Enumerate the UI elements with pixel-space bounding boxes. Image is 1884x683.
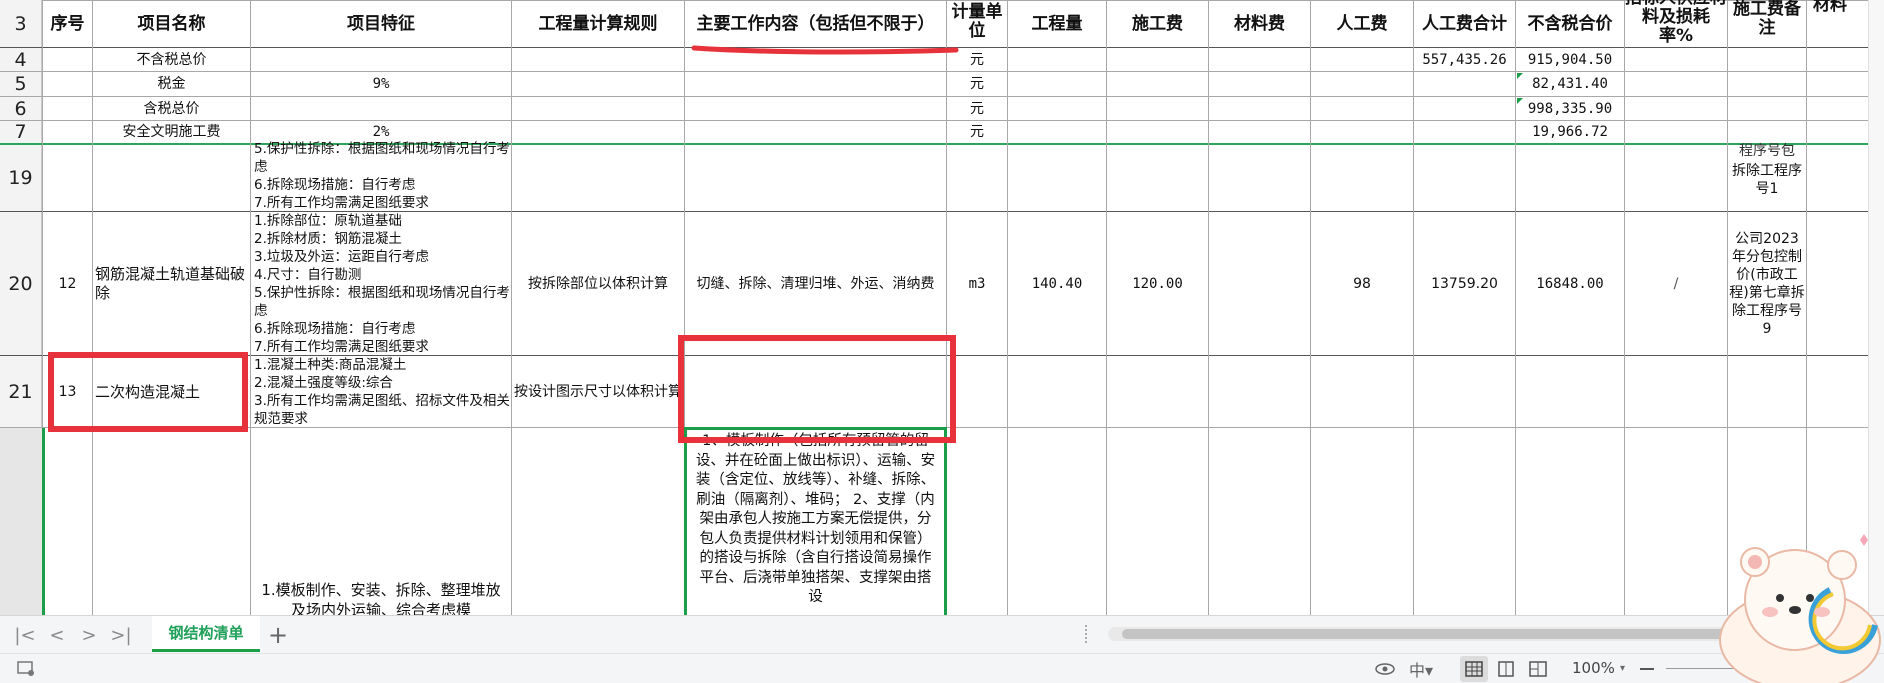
header-rule[interactable]: 工程量计算规则: [512, 1, 684, 47]
grid-line: [1727, 0, 1728, 615]
row20-construction-fee[interactable]: 120.00: [1107, 212, 1208, 355]
summary-labor-total[interactable]: 557,435.26: [1414, 48, 1515, 71]
row20-rule[interactable]: 按拆除部位以体积计算: [512, 212, 684, 355]
row20-labor-fee[interactable]: 98: [1311, 212, 1413, 355]
cell-indicator: [1517, 98, 1523, 104]
summary-price[interactable]: 998,335.90: [1516, 97, 1624, 120]
summary-label[interactable]: 安全文明施工费: [93, 121, 250, 143]
row20-feature[interactable]: 1.拆除部位：原轨道基础 2.拆除材质：钢筋混凝土 3.垃圾及外运：运距自行考虑…: [252, 212, 510, 355]
header-labor-note[interactable]: 施工费备注: [1728, 0, 1806, 46]
header-qty[interactable]: 工程量: [1008, 1, 1106, 47]
header-content[interactable]: 主要工作内容（包括但不限于）: [685, 1, 946, 47]
row21-rule[interactable]: 按设计图示尺寸以体积计算: [512, 356, 684, 427]
summary-unit[interactable]: 元: [948, 48, 1006, 71]
row-number[interactable]: 6: [0, 97, 42, 120]
header-unit[interactable]: 计量单位: [948, 0, 1006, 46]
red-box-annotation: [48, 352, 248, 432]
grid-line: [1806, 0, 1807, 615]
next-sheet-icon[interactable]: >: [78, 622, 100, 648]
header-labor-fee[interactable]: 人工费: [1311, 1, 1413, 47]
macro-record-icon[interactable]: [14, 657, 38, 681]
sheet-tab-bar: |< < > >| 钢结构清单 +: [0, 615, 1884, 653]
summary-label[interactable]: 含税总价: [93, 97, 250, 120]
add-sheet-icon[interactable]: +: [264, 621, 292, 649]
summary-unit[interactable]: 元: [948, 121, 1006, 143]
row-number[interactable]: 4: [0, 48, 42, 71]
grid-line: [1208, 0, 1209, 615]
input-method-icon[interactable]: 中▾: [1404, 656, 1438, 682]
row20-labor-total[interactable]: 13759.20: [1414, 212, 1515, 355]
header-name[interactable]: 项目名称: [93, 1, 250, 47]
row20-qty[interactable]: 140.40: [1008, 212, 1106, 355]
summary-price[interactable]: 82,431.40: [1516, 72, 1624, 96]
row-number[interactable]: 7: [0, 121, 42, 143]
zoom-dropdown-icon[interactable]: ▾: [1620, 663, 1625, 674]
status-bar: 中▾ 100% ▾: [0, 653, 1884, 683]
page-break-view-icon[interactable]: [1524, 656, 1552, 682]
row20-note[interactable]: 公司2023年分包控制价(市政工程)第七章拆除工程序号9: [1729, 212, 1805, 355]
splitter-handle[interactable]: [1085, 625, 1095, 643]
summary-label[interactable]: 不含税总价: [93, 48, 250, 71]
header-seq[interactable]: 序号: [43, 1, 92, 47]
row22-feature[interactable]: 1.模板制作、安装、拆除、整理堆放及场内外运输、综合考虑模: [256, 580, 506, 615]
selected-cell[interactable]: 1、模板制作（包括所有预留管的留设、并在砼面上做出标识）、运输、安装（含定位、放…: [684, 427, 947, 615]
row-number[interactable]: 3: [0, 0, 42, 47]
row-number[interactable]: 19: [0, 145, 42, 211]
row20-price[interactable]: 16848.00: [1516, 212, 1624, 355]
header-price-excl-tax[interactable]: 不含税合价: [1516, 1, 1624, 47]
sheet-tab-active[interactable]: 钢结构清单: [152, 616, 260, 652]
zoom-out-icon[interactable]: [1640, 668, 1654, 670]
spreadsheet-grid[interactable]: 3 4 5 6 7 19 20 21 序号 项目名称 项目特征 工程量计算规则 …: [0, 0, 1884, 615]
summary-price[interactable]: 19,966.72: [1516, 121, 1624, 143]
cell-indicator: [1517, 73, 1523, 79]
page-layout-view-icon[interactable]: [1492, 656, 1520, 682]
red-box-annotation: [678, 335, 956, 443]
bear-sticker-icon: [1719, 534, 1881, 683]
summary-rate[interactable]: 9%: [251, 72, 511, 96]
header-feature[interactable]: 项目特征: [251, 1, 511, 47]
row20-unit[interactable]: m3: [948, 212, 1006, 355]
row21-feature[interactable]: 1.混凝土种类:商品混凝土 2.混凝土强度等级:综合 3.所有工作均需满足图纸、…: [252, 356, 510, 427]
header-material-fee[interactable]: 材料费: [1209, 1, 1310, 47]
red-underline-annotation: [691, 45, 959, 55]
summary-price[interactable]: 915,904.50: [1516, 48, 1624, 71]
first-sheet-icon[interactable]: |<: [14, 622, 36, 648]
row-number[interactable]: 5: [0, 72, 42, 96]
row-number[interactable]: 21: [0, 356, 42, 427]
vertical-scrollbar[interactable]: [1868, 0, 1884, 615]
normal-view-icon[interactable]: [1460, 656, 1488, 682]
summary-label[interactable]: 税金: [93, 72, 250, 96]
prev-sheet-icon[interactable]: <: [46, 622, 68, 648]
row20-seq[interactable]: 12: [43, 212, 92, 355]
row20-name[interactable]: 钢筋混凝土轨道基础破除: [95, 212, 248, 355]
eye-protection-icon[interactable]: [1372, 656, 1398, 682]
summary-unit[interactable]: 元: [948, 97, 1006, 120]
header-labor-total[interactable]: 人工费合计: [1414, 1, 1515, 47]
row19-feature[interactable]: 5.保护性拆除：根据图纸和现场情况自行考虑 6.拆除现场措施：自行考虑 7.所有…: [252, 140, 510, 211]
header-material-loss[interactable]: 招标人供应材料及损耗率%: [1625, 0, 1727, 46]
row19-note[interactable]: 拆除工程序号1: [1730, 150, 1804, 210]
row22-content[interactable]: 1、模板制作（包括所有预留管的留设、并在砼面上做出标识）、运输、安装（含定位、放…: [687, 430, 944, 610]
row-number[interactable]: 20: [0, 212, 42, 355]
header-construction-fee[interactable]: 施工费: [1107, 1, 1208, 47]
last-sheet-icon[interactable]: >|: [108, 622, 134, 648]
row20-material-loss[interactable]: /: [1625, 212, 1727, 355]
row-header-selected: [0, 428, 42, 615]
zoom-level[interactable]: 100%: [1572, 659, 1615, 679]
row20-content[interactable]: 切缝、拆除、清理归堆、外运、消纳费: [685, 212, 946, 355]
summary-unit[interactable]: 元: [948, 72, 1006, 96]
selection-edge: [42, 428, 45, 615]
header-material-partial[interactable]: 材料: [1807, 0, 1867, 20]
